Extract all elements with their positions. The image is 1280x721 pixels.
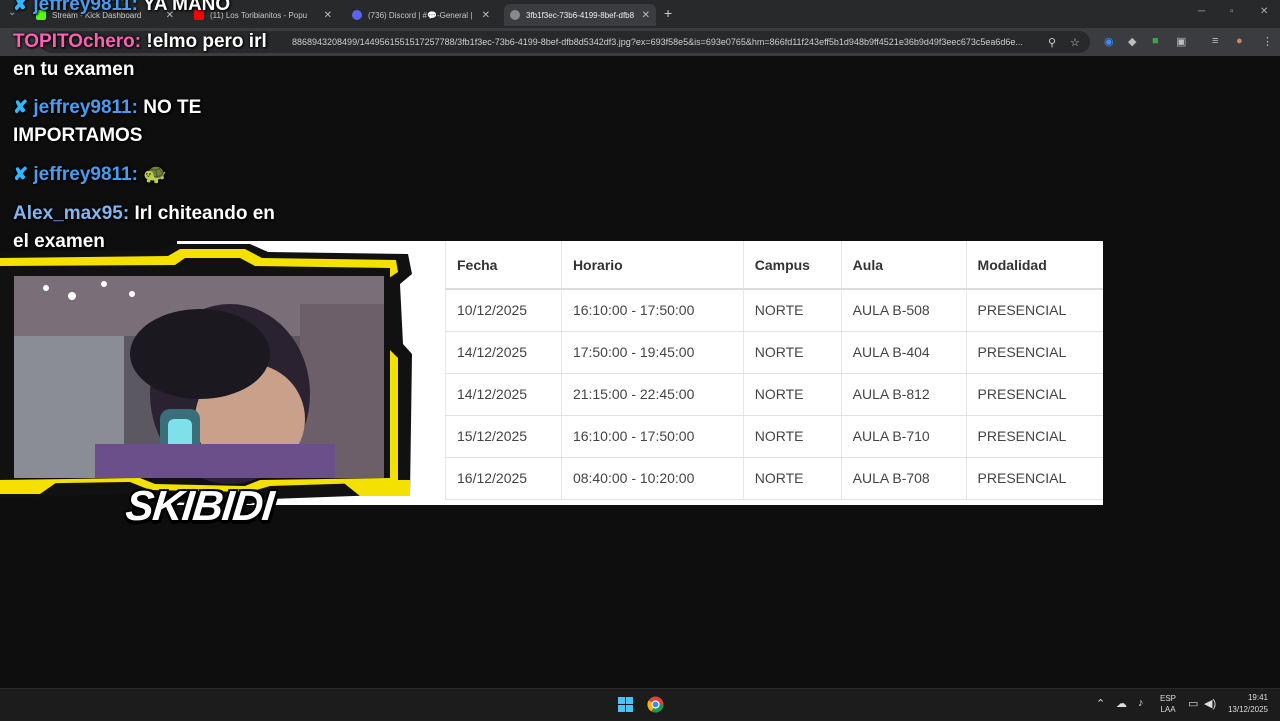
chrome-taskbar-icon[interactable] — [647, 696, 664, 713]
cell-modalidad: PRESENCIAL — [965, 373, 1103, 416]
chat-username: Alex_max95: — [13, 203, 130, 224]
profile-avatar-icon[interactable]: ● — [1236, 35, 1243, 47]
chat-text: Irl chiteando en — [134, 203, 275, 224]
extension-icon[interactable]: ◆ — [1128, 35, 1136, 48]
column-header-modalidad: Modalidad — [965, 241, 1103, 290]
microphone-icon[interactable]: ♪ — [1138, 697, 1144, 709]
chat-username: jeffrey9811: — [33, 0, 138, 15]
table-row: 14/12/2025 17:50:00 - 19:45:00 NORTE AUL… — [445, 331, 1103, 374]
volume-icon[interactable]: ◀) — [1204, 697, 1216, 710]
cell-modalidad: PRESENCIAL — [965, 457, 1103, 500]
close-window-icon[interactable]: ✕ — [1260, 6, 1268, 17]
cell-horario: 16:10:00 - 17:50:00 — [560, 415, 744, 458]
chat-text: !elmo pero irl — [146, 31, 267, 52]
globe-favicon-icon — [510, 10, 520, 20]
cell-aula: AULA B-508 — [840, 289, 967, 332]
cell-horario: 16:10:00 - 17:50:00 — [560, 289, 744, 332]
table-row: 10/12/2025 16:10:00 - 17:50:00 NORTE AUL… — [445, 289, 1103, 332]
close-tab-icon[interactable]: ✕ — [642, 10, 650, 21]
onedrive-icon[interactable]: ☁ — [1116, 697, 1127, 710]
chat-username: jeffrey9811: — [33, 164, 138, 185]
sword-badge-icon: ✘ — [13, 0, 29, 14]
close-tab-icon[interactable]: ✕ — [324, 10, 332, 21]
chat-username: jeffrey9811: — [33, 97, 138, 118]
restore-icon[interactable]: ▫ — [1230, 6, 1234, 17]
webcam-overlay — [0, 244, 415, 504]
tab-discord[interactable]: (736) Discord | #💬-General | ✕ — [346, 4, 496, 26]
zoom-icon[interactable]: ⚲ — [1048, 36, 1056, 49]
chat-text-continued: en tu examen — [13, 59, 135, 80]
overlay-title: SKIBIDI — [123, 482, 276, 529]
cell-campus: NORTE — [742, 373, 842, 416]
language-indicator[interactable]: ESP LAA — [1160, 693, 1176, 715]
table-row: 16/12/2025 08:40:00 - 10:20:00 NORTE AUL… — [445, 457, 1103, 500]
table-row: 14/12/2025 21:15:00 - 22:45:00 NORTE AUL… — [445, 373, 1103, 416]
cell-fecha: 10/12/2025 — [445, 289, 562, 332]
taskbar: ⌃ ☁ ♪ ESP LAA ▭ ◀) 19:41 13/12/2025 — [0, 688, 1280, 721]
close-tab-icon[interactable]: ✕ — [482, 10, 490, 21]
table-header-row: Fecha Horario Campus Aula Modalidad — [445, 241, 1103, 290]
cell-campus: NORTE — [742, 415, 842, 458]
cell-aula: AULA B-710 — [840, 415, 967, 458]
cell-campus: NORTE — [742, 457, 842, 500]
url-text[interactable]: 8868943208499/1449561551517257788/3fb1f3… — [292, 37, 1072, 47]
bookmark-star-icon[interactable]: ☆ — [1070, 36, 1080, 49]
chat-message: ✘ jeffrey9811: 🐢 — [13, 160, 167, 189]
chat-text-continued: IMPORTAMOS — [13, 125, 143, 146]
cell-horario: 17:50:00 - 19:45:00 — [560, 331, 744, 374]
cell-modalidad: PRESENCIAL — [965, 415, 1103, 458]
cell-fecha: 16/12/2025 — [445, 457, 562, 500]
chat-text: YA MANO — [142, 0, 231, 15]
chat-text: NO TE — [143, 97, 202, 118]
tab-image-active[interactable]: 3fb1f3ec-73b6-4199-8bef-dfb8 ✕ — [504, 4, 656, 26]
more-menu-icon[interactable]: ⋮ — [1262, 35, 1273, 48]
tray-overflow-icon[interactable]: ⌃ — [1096, 697, 1105, 710]
sword-badge-icon: ✘ — [13, 97, 29, 117]
new-tab-button[interactable]: + — [664, 5, 672, 21]
cell-aula: AULA B-812 — [840, 373, 967, 416]
chat-username: TOPITOchero: — [13, 31, 142, 52]
extension-icon[interactable]: ■ — [1152, 35, 1159, 47]
cell-fecha: 14/12/2025 — [445, 373, 562, 416]
column-header-fecha: Fecha — [445, 241, 562, 290]
column-header-aula: Aula — [840, 241, 967, 290]
schedule-table: Fecha Horario Campus Aula Modalidad 10/1… — [445, 241, 1103, 500]
cell-modalidad: PRESENCIAL — [965, 289, 1103, 332]
tab-menu-icon[interactable]: ≡ — [1212, 35, 1218, 47]
windows-start-icon[interactable] — [618, 697, 633, 712]
chat-message: TOPITOchero: !elmo pero irl — [13, 27, 267, 56]
cell-campus: NORTE — [742, 331, 842, 374]
column-header-campus: Campus — [742, 241, 842, 290]
turtle-emote-icon: 🐢 — [143, 164, 167, 185]
discord-favicon-icon — [352, 10, 362, 20]
column-header-horario: Horario — [560, 241, 744, 290]
table-row: 15/12/2025 16:10:00 - 17:50:00 NORTE AUL… — [445, 415, 1103, 458]
cell-horario: 08:40:00 - 10:20:00 — [560, 457, 744, 500]
sword-badge-icon: ✘ — [13, 164, 29, 184]
minimize-icon[interactable]: ─ — [1198, 6, 1205, 17]
chat-message: ✘ jeffrey9811: NO TE — [13, 93, 201, 122]
cell-fecha: 15/12/2025 — [445, 415, 562, 458]
extensions-puzzle-icon[interactable]: ▣ — [1176, 35, 1186, 48]
cell-aula: AULA B-708 — [840, 457, 967, 500]
chat-message: ✘ jeffrey9811: YA MANO — [13, 0, 230, 19]
system-clock[interactable]: 19:41 13/12/2025 — [1228, 692, 1268, 716]
webcam-frame-graphic — [0, 244, 412, 504]
cell-modalidad: PRESENCIAL — [965, 331, 1103, 374]
extension-icon[interactable]: ◉ — [1104, 35, 1114, 48]
cell-fecha: 14/12/2025 — [445, 331, 562, 374]
cell-campus: NORTE — [742, 289, 842, 332]
network-icon[interactable]: ▭ — [1188, 697, 1198, 710]
cell-aula: AULA B-404 — [840, 331, 967, 374]
chat-message: Alex_max95: Irl chiteando en — [13, 199, 275, 228]
cell-horario: 21:15:00 - 22:45:00 — [560, 373, 744, 416]
